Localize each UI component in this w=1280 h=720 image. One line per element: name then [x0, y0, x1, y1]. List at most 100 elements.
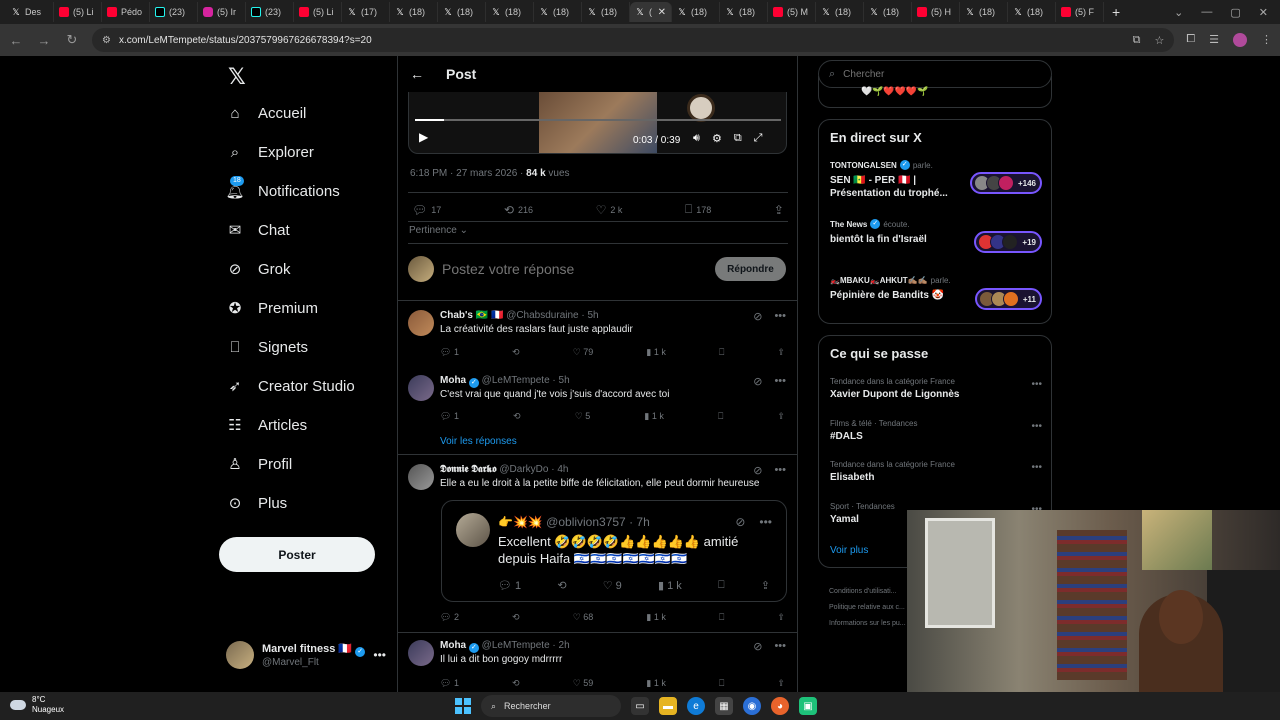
file-explorer-icon[interactable]: ▬ [659, 697, 677, 715]
more-icon[interactable]: ••• [774, 640, 786, 653]
reply-action[interactable]: 💬︎ 1 [440, 678, 459, 689]
windows-start-icon[interactable] [455, 698, 471, 714]
like-action[interactable]: ♡ 5 [575, 411, 591, 422]
live-pill[interactable]: +11 [974, 288, 1042, 310]
pip-icon[interactable]: ⧉ [734, 132, 742, 145]
browser-tab[interactable]: 𝕏 (18) [672, 2, 720, 22]
browser-tab[interactable]: (5) Li [294, 2, 342, 22]
repost-action[interactable]: ⟲ [512, 347, 520, 358]
grok-icon[interactable]: ⊘ [735, 515, 745, 529]
repost-action[interactable]: ⟲ [513, 411, 521, 422]
grok-icon[interactable]: ⊘ [753, 375, 762, 388]
browser-tab[interactable]: 𝕏 (18) [582, 2, 630, 22]
menu-icon[interactable]: ⋮ [1261, 33, 1272, 47]
grok-icon[interactable]: ⊘ [753, 640, 762, 653]
more-icon[interactable]: ••• [1031, 421, 1042, 432]
browser-tab[interactable]: 𝕏 (✕ [630, 2, 672, 22]
sidebar-item-home[interactable]: ⌂ Accueil [226, 104, 306, 122]
avatar[interactable] [408, 310, 434, 336]
more-icon[interactable]: ••• [774, 310, 786, 323]
avatar[interactable] [408, 640, 434, 666]
x-logo-icon[interactable]: 𝕏 [228, 64, 246, 90]
reply-input[interactable] [442, 261, 707, 277]
views-action[interactable]: ▮ 1 k [646, 612, 665, 623]
browser-tab[interactable]: (5) F [1056, 2, 1104, 22]
avatar[interactable] [408, 464, 434, 490]
sidebar-item-creator-studio[interactable]: ➶ Creator Studio [226, 377, 355, 396]
reply-button[interactable]: Répondre [715, 257, 786, 281]
browser-tab[interactable]: 𝕏 (18) [534, 2, 582, 22]
trend-item[interactable]: Films & télé · Tendances #DALS ••• [830, 419, 1042, 442]
browser-tab[interactable]: 𝕏 (18) [864, 2, 912, 22]
footer-link[interactable]: Informations sur les pu... [829, 616, 906, 632]
more-icon[interactable]: ••• [774, 464, 786, 477]
quoted-tweet[interactable]: 👉💥💥 @oblivion3757 · 7h ⊘ ••• Excellent 🤣🤣… [441, 500, 787, 602]
browser-tab[interactable]: (5) H [912, 2, 960, 22]
more-icon[interactable]: ••• [774, 375, 786, 388]
sidebar-item-profile[interactable]: ♙ Profil [226, 455, 292, 474]
like-action[interactable]: ♡ 59 [573, 678, 594, 689]
sidebar-item-bookmarks[interactable]: ⎕ Signets [226, 338, 308, 356]
fullscreen-icon[interactable]: ⤢ [754, 132, 763, 145]
store-icon[interactable]: ▦ [715, 697, 733, 715]
reply-action[interactable]: 💬︎ 1 [440, 347, 459, 358]
like-action[interactable]: ♡ 79 [573, 347, 594, 358]
reload-button[interactable]: ↻ [64, 32, 80, 48]
browser-tab[interactable]: 𝕏 (18) [486, 2, 534, 22]
reply-action[interactable]: 💬︎ 1 [498, 579, 521, 592]
url-field[interactable]: ⚙ x.com/LeMTempete/status/20375799676266… [92, 28, 1175, 52]
sidebar-item-premium[interactable]: ✪ Premium [226, 299, 318, 318]
account-switcher[interactable]: Marvel fitness 🇫🇷 ✓ @Marvel_Flt ••• [226, 641, 386, 669]
tab-search-icon[interactable]: ☰ [1209, 33, 1219, 47]
share-icon[interactable]: ⇪ [777, 411, 785, 422]
share-action[interactable]: ⇪ [774, 202, 784, 217]
like-action[interactable]: ♡ 2 k [596, 202, 623, 217]
bookmark-icon[interactable]: ⎕ [719, 612, 724, 623]
video-progress[interactable] [415, 119, 781, 121]
url-text[interactable]: x.com/LeMTempete/status/2037579967626678… [119, 35, 372, 46]
share-icon[interactable]: ⇪ [777, 347, 785, 358]
reply-tweet[interactable]: Moha ✓ @LeMTempete · 2h ⊘ ••• Il lui a di… [408, 640, 788, 692]
like-action[interactable]: ♡ 68 [573, 612, 594, 623]
back-arrow-icon[interactable]: ← [410, 66, 424, 82]
task-view-icon[interactable]: ▭ [631, 697, 649, 715]
repost-action[interactable]: ⟲ 216 [504, 202, 533, 217]
browser-tab[interactable]: 𝕏 (17) [342, 2, 390, 22]
firefox-icon[interactable]: ◕ [771, 697, 789, 715]
views-action[interactable]: ▮ 1 k [658, 579, 682, 592]
browser-tab[interactable]: (5) Ir [198, 2, 246, 22]
share-icon[interactable]: ⇪ [777, 612, 785, 623]
views-action[interactable]: ▮ 1 k [646, 347, 665, 358]
bookmark-icon[interactable]: ⎕ [719, 347, 724, 358]
live-pill[interactable]: +146 [969, 172, 1042, 194]
bookmark-icon[interactable]: ⎕ [719, 678, 724, 689]
app-icon[interactable]: ▣ [799, 697, 817, 715]
more-icon[interactable]: ••• [1031, 462, 1042, 473]
weather-widget[interactable]: 8°C Nuageux [10, 695, 64, 715]
sidebar-item-notifications[interactable]: 🔔︎ 18 Notifications [225, 176, 340, 200]
more-icon[interactable]: ••• [1031, 379, 1042, 390]
forward-button[interactable]: → [36, 33, 52, 48]
browser-tab[interactable]: (5) Li [54, 2, 102, 22]
trend-item[interactable]: Tendance dans la catégorie France Xavier… [830, 377, 1042, 400]
minimize-button[interactable]: — [1201, 6, 1212, 18]
grok-icon[interactable]: ⊘ [753, 310, 762, 323]
trend-item[interactable]: Tendance dans la catégorie France Elisab… [830, 460, 1042, 483]
repost-action[interactable]: ⟲ [512, 678, 520, 689]
star-icon[interactable]: ☆ [1154, 34, 1164, 47]
volume-icon[interactable]: 🔊︎ [693, 132, 700, 145]
browser-tab[interactable]: 𝕏 (18) [816, 2, 864, 22]
taskbar-search[interactable]: ⌕ Rechercher [481, 695, 621, 717]
close-tab-icon[interactable]: ✕ [658, 7, 666, 18]
new-tab-button[interactable]: + [1112, 4, 1120, 20]
sidebar-item-chat[interactable]: ✉ Chat [226, 221, 290, 240]
avatar[interactable] [456, 513, 490, 547]
reply-tweet[interactable]: Moha ✓ @LeMTempete · 5h ⊘ ••• C'est vrai … [408, 375, 788, 431]
see-replies-link[interactable]: Voir les réponses [440, 436, 517, 447]
like-action[interactable]: ♡ 9 [603, 579, 622, 592]
browser-tab[interactable]: 𝕏 (18) [438, 2, 486, 22]
edge-icon[interactable]: e [687, 697, 705, 715]
views-action[interactable]: ▮ 1 k [644, 411, 663, 422]
browser-tab[interactable]: 𝕏 (18) [390, 2, 438, 22]
reply-action[interactable]: 💬︎ 17 [412, 202, 441, 217]
